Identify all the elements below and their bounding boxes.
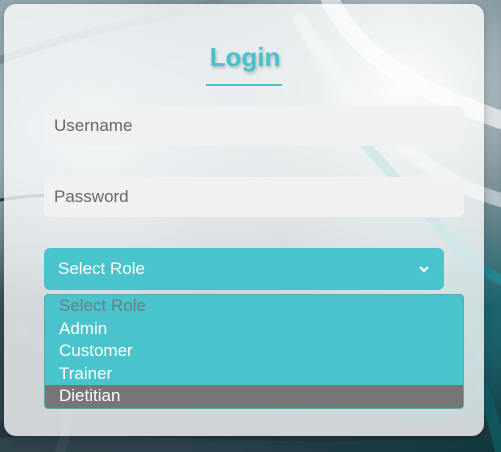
role-select[interactable]: Select Role	[44, 248, 444, 290]
role-option-trainer[interactable]: Trainer	[45, 363, 463, 386]
login-title: Login	[209, 42, 281, 72]
chevron-down-icon	[419, 266, 429, 273]
role-dropdown-list: Select Role Admin Customer Trainer Dieti…	[44, 294, 464, 409]
role-option-dietitian[interactable]: Dietitian	[45, 385, 463, 408]
role-option-customer[interactable]: Customer	[45, 340, 463, 363]
password-input[interactable]	[44, 177, 464, 217]
title-underline	[206, 84, 282, 86]
username-input[interactable]	[44, 106, 464, 146]
role-select-value: Select Role	[58, 259, 145, 278]
role-option-admin[interactable]: Admin	[45, 318, 463, 341]
role-option-select-role[interactable]: Select Role	[45, 295, 463, 318]
